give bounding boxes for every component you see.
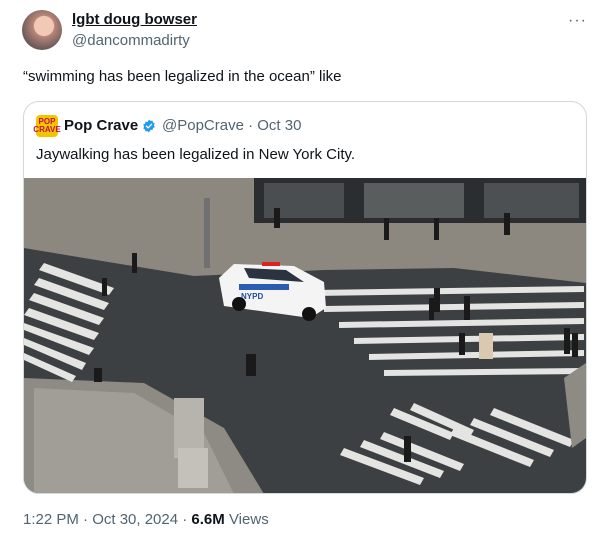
quoted-display-name[interactable]: Pop Crave — [64, 117, 138, 134]
verified-badge-icon — [143, 119, 155, 133]
avatar[interactable] — [22, 10, 62, 50]
popcrave-logo-text: POP CRAVE — [33, 117, 61, 134]
street-photo[interactable]: NYPD — [24, 178, 586, 494]
quoted-handle-date[interactable]: @PopCrave · Oct 30 — [162, 117, 301, 134]
author-display-name[interactable]: lgbt doug bowser — [72, 11, 197, 28]
author-handle[interactable]: @dancommadirty — [72, 32, 190, 49]
tweet-footer: 1:22 PM · Oct 30, 2024 · 6.6M Views — [23, 511, 269, 528]
tweet-text: “swimming has been legalized in the ocea… — [23, 68, 342, 85]
popcrave-logo: POP CRAVE — [33, 115, 61, 137]
quoted-tweet[interactable]: POP CRAVE Pop Crave @PopCrave · Oct 30 Ja… — [23, 101, 587, 494]
quoted-text: Jaywalking has been legalized in New Yor… — [36, 146, 356, 163]
views-label: Views — [224, 511, 269, 528]
views-count: 6.6M — [191, 511, 225, 528]
more-icon[interactable]: ··· — [568, 12, 587, 30]
timestamp[interactable]: 1:22 PM · Oct 30, 2024 · — [23, 511, 191, 528]
